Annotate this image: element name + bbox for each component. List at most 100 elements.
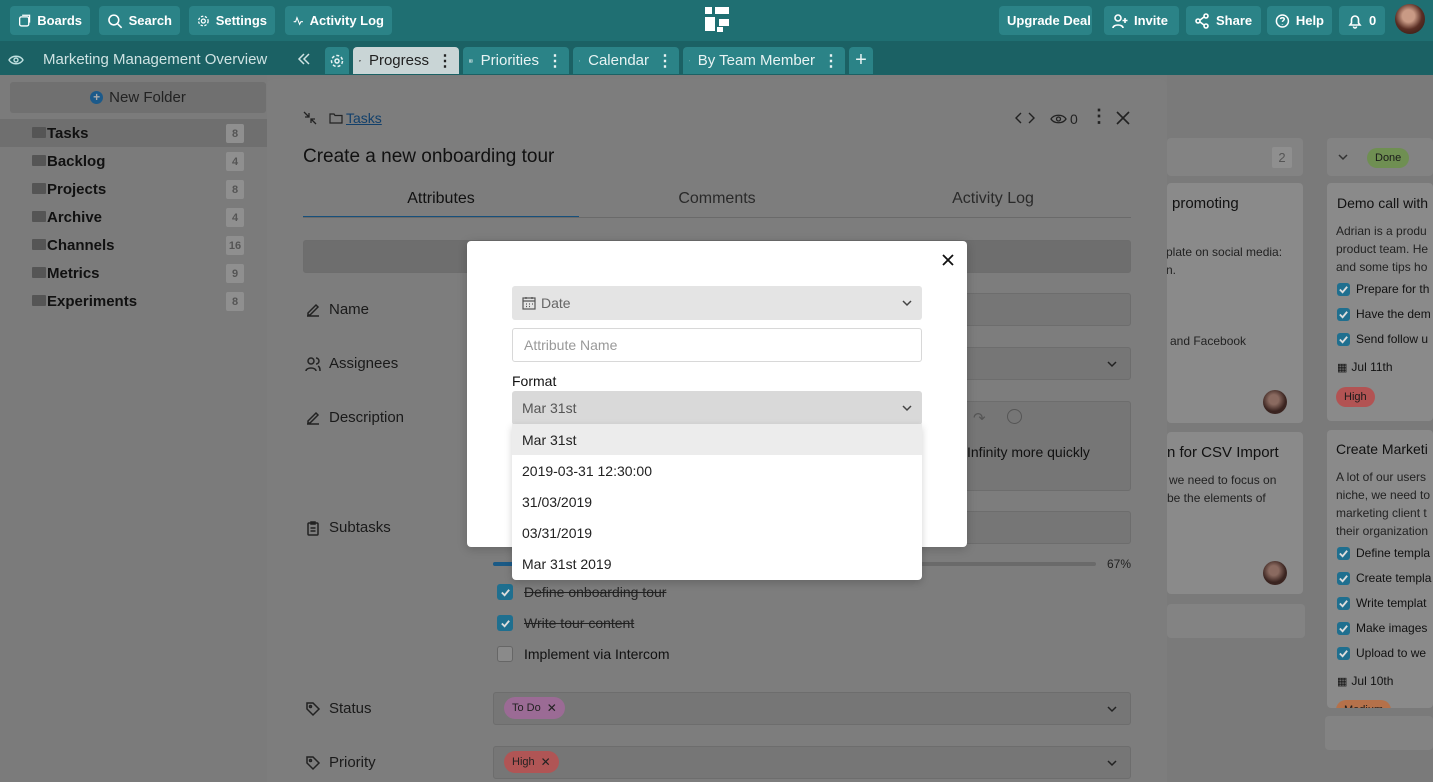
checkbox-checked [1337,646,1350,660]
tab-progress[interactable]: Progress ⋮ [353,47,459,74]
sidebar-item-archive[interactable]: Archive 4 [0,203,267,231]
priority-tag[interactable]: High ✕ [504,751,559,773]
add-card-area[interactable] [1325,716,1433,750]
tab-by-team-member[interactable]: By Team Member ⋮ [683,47,845,74]
attribute-name-input[interactable]: Attribute Name [512,328,922,362]
count-badge: 8 [226,180,244,199]
tab-activity-log[interactable]: Activity Log [855,186,1131,218]
search-icon [108,13,123,28]
help-button[interactable]: Help [1267,6,1332,35]
avatar[interactable] [1395,4,1425,34]
format-option[interactable]: 2019-03-31 12:30:00 [512,455,922,486]
card-text: and Facebook [1170,334,1247,348]
view-settings-tab[interactable] [325,47,349,74]
format-select[interactable]: Mar 31st [512,391,922,425]
settings-button[interactable]: Settings [189,6,275,35]
format-option[interactable]: 03/31/2019 [512,517,922,548]
card-text: product team. He [1336,242,1429,256]
redo-icon[interactable]: ↷ [973,409,986,427]
tab-menu-icon[interactable]: ⋮ [657,51,673,71]
upgrade-deal-button[interactable]: Upgrade Deal [999,6,1092,35]
attr-description-label: Description [305,409,404,426]
board-card[interactable]: Create Marketi A lot of our users niche,… [1327,430,1433,708]
checkbox-checked [1337,596,1350,610]
folder-icon [32,239,46,250]
close-icon[interactable] [942,254,954,266]
sidebar-item-experiments[interactable]: Experiments 8 [0,287,267,315]
board-card[interactable] [1327,183,1433,421]
sidebar-item-projects[interactable]: Projects 8 [0,175,267,203]
tab-calendar[interactable]: Calendar ⋮ [573,47,679,74]
minimize-icon[interactable] [303,111,317,125]
remove-tag-icon[interactable]: ✕ [547,701,557,715]
checkbox-checked[interactable] [497,584,513,600]
watchers-button[interactable]: 0 [1050,111,1078,127]
tab-priorities[interactable]: Priorities ⋮ [463,47,569,74]
new-folder-button[interactable]: + New Folder [10,82,266,113]
chevron-down-icon[interactable] [1106,703,1118,715]
format-option[interactable]: Mar 31st [512,424,922,455]
list-icon [689,60,690,61]
checkbox-checked[interactable] [497,615,513,631]
folder-icon [32,155,46,166]
close-icon[interactable] [1116,111,1130,125]
add-view-button[interactable]: + [849,47,873,74]
status-select[interactable] [493,692,1131,725]
sidebar-item-tasks[interactable]: Tasks 8 [0,119,267,147]
invite-button[interactable]: Invite [1104,6,1179,35]
attribute-type-select[interactable]: Date [512,286,922,320]
add-card-area[interactable] [1167,604,1305,638]
table-icon [469,59,473,62]
search-button[interactable]: Search [99,6,180,35]
activity-log-button[interactable]: Activity Log [285,6,392,35]
sidebar-item-backlog[interactable]: Backlog 4 [0,147,267,175]
share-icon [1195,12,1209,29]
tab-menu-icon[interactable]: ⋮ [823,51,839,71]
subtask-item[interactable]: Implement via Intercom [497,646,670,662]
checkbox-checked [1337,307,1350,321]
tab-comments[interactable]: Comments [579,186,855,218]
priority-select[interactable] [493,746,1131,779]
tag-icon [306,755,321,770]
tab-attributes[interactable]: Attributes [303,186,579,218]
status-tag[interactable]: To Do ✕ [504,697,565,719]
collapse-sidebar-icon[interactable] [297,52,311,66]
format-option[interactable]: Mar 31st 2019 [512,548,922,579]
checkbox-unchecked[interactable] [497,646,513,662]
card-text: their organization [1336,524,1429,538]
share-button[interactable]: Share [1186,6,1261,35]
card-checklist-item: Prepare for th [1337,282,1429,296]
chevron-down-icon [902,300,912,307]
app-logo[interactable] [703,5,731,33]
done-badge: Done [1367,148,1410,168]
subtask-item[interactable]: Write tour content [497,615,634,631]
card-text: we need to focus on [1169,473,1277,487]
more-menu-icon[interactable]: ⋮ [1090,106,1108,127]
sidebar-item-metrics[interactable]: Metrics 9 [0,259,267,287]
card-checklist-item: Have the dem [1337,307,1431,321]
workspace-title[interactable]: Marketing Management Overview [43,51,267,68]
emoji-icon[interactable] [1007,409,1022,424]
boards-button[interactable]: Boards [10,6,90,35]
task-title[interactable]: Create a new onboarding tour [303,146,554,168]
tab-menu-icon[interactable]: ⋮ [437,51,453,71]
chevron-down-icon[interactable] [1106,358,1118,370]
chevron-down-icon [902,405,912,412]
prev-next-icon[interactable] [1015,111,1035,125]
format-option[interactable]: 31/03/2019 [512,486,922,517]
card-date: ▦ Jul 10th [1337,674,1394,688]
board-card[interactable] [1167,183,1303,423]
users-icon [305,356,321,371]
chevron-down-icon[interactable] [1106,757,1118,769]
sidebar-item-channels[interactable]: Channels 16 [0,231,267,259]
card-text: be the elements of [1167,491,1266,505]
card-text: marketing client t [1336,506,1427,520]
notifications-button[interactable]: 0 [1339,6,1385,35]
subtask-item[interactable]: Define onboarding tour [497,584,666,600]
folder-icon [32,127,46,138]
breadcrumb[interactable]: Tasks [346,110,382,126]
eye-icon[interactable] [8,52,24,68]
chevron-down-icon[interactable] [1337,151,1349,163]
remove-tag-icon[interactable]: ✕ [541,755,551,769]
tab-menu-icon[interactable]: ⋮ [547,51,563,71]
